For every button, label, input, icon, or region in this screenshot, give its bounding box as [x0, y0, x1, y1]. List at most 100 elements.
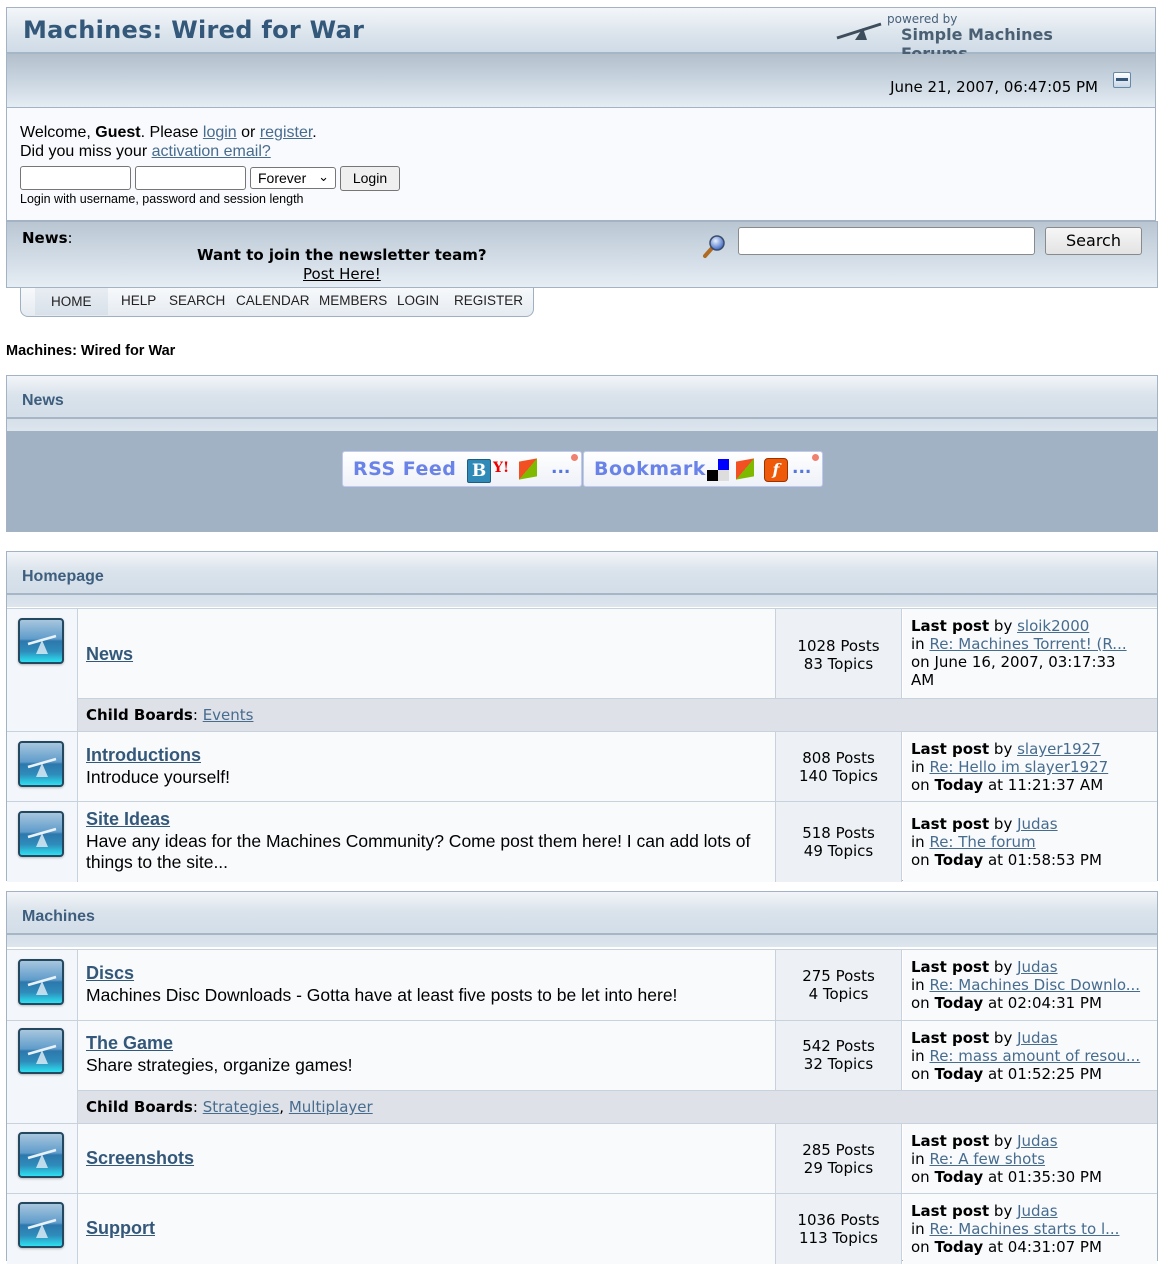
- board-status-icon[interactable]: [18, 618, 64, 664]
- please-text: . Please: [140, 124, 203, 141]
- more-feeds-icon: ...: [551, 458, 571, 478]
- login-link[interactable]: login: [203, 124, 237, 141]
- missed-text: Did you miss your: [20, 143, 152, 160]
- last-post-info: Last post by Judas in Re: Machines start…: [903, 1194, 1157, 1264]
- last-post-time-suffix: AM: [911, 671, 935, 689]
- category-header[interactable]: Machines: [7, 892, 1157, 947]
- board-row: News 1028 Posts 83 Topics Last post by s…: [7, 608, 1157, 732]
- last-post-topic-link[interactable]: Re: The forum: [929, 833, 1035, 851]
- register-link[interactable]: register: [260, 124, 312, 141]
- password-input[interactable]: [135, 166, 246, 190]
- last-post-author-link[interactable]: Judas: [1017, 1132, 1057, 1150]
- tab-members[interactable]: MEMBERS: [319, 293, 387, 308]
- last-post-topic-link[interactable]: Re: mass amount of resou...: [929, 1047, 1140, 1065]
- board-status-icon[interactable]: [18, 1132, 64, 1178]
- board-icon-cell: [7, 732, 78, 802]
- topic-count: 49 Topics: [803, 842, 874, 860]
- tab-login[interactable]: LOGIN: [397, 293, 439, 308]
- collapse-header-icon[interactable]: [1113, 72, 1131, 88]
- board-stats: 1028 Posts 83 Topics: [775, 609, 902, 698]
- last-post-topic-link[interactable]: Re: Machines starts to l...: [929, 1220, 1119, 1238]
- header-title-bar: Machines: Wired for War powered by Simpl…: [7, 8, 1155, 63]
- last-post-topic-link[interactable]: Re: Machines Torrent! (R...: [929, 635, 1126, 653]
- today-text: Today: [934, 1238, 984, 1256]
- child-boards-row: Child Boards: Strategies, Multiplayer: [78, 1090, 1157, 1123]
- time-text: at 01:52:25 PM: [983, 1065, 1102, 1083]
- board-name-link[interactable]: Screenshots: [86, 1148, 194, 1169]
- by-text: by: [989, 1029, 1018, 1047]
- board-name-link[interactable]: Discs: [86, 963, 134, 984]
- topic-count: 32 Topics: [803, 1055, 874, 1073]
- username-input[interactable]: [20, 166, 131, 190]
- last-post-label: Last post: [911, 617, 990, 635]
- in-text: in: [911, 635, 930, 653]
- last-post-label: Last post: [911, 740, 990, 758]
- board-description: Introduce yourself!: [86, 767, 230, 787]
- last-post-label: Last post: [911, 1029, 990, 1047]
- post-count: 808 Posts: [802, 749, 875, 767]
- search-button[interactable]: Search: [1045, 227, 1142, 255]
- tab-register[interactable]: REGISTER: [454, 293, 523, 308]
- board-stats: 542 Posts 32 Topics: [775, 1021, 902, 1091]
- bookmark-button[interactable]: Bookmark f ...: [583, 451, 823, 487]
- board-name-link[interactable]: Support: [86, 1218, 155, 1239]
- today-text: Today: [934, 851, 984, 869]
- category-title: Machines: [22, 908, 95, 925]
- on-text: on: [911, 1238, 935, 1256]
- child-board-link[interactable]: Strategies: [203, 1098, 280, 1116]
- last-post-topic-link[interactable]: Re: A few shots: [929, 1150, 1045, 1168]
- last-post-author-link[interactable]: slayer1927: [1017, 740, 1101, 758]
- last-post-topic-link[interactable]: Re: Hello im slayer1927: [929, 758, 1108, 776]
- last-post-label: Last post: [911, 958, 990, 976]
- post-here-link[interactable]: Post Here!: [303, 265, 381, 283]
- windows-live-icon: [736, 458, 754, 480]
- board-status-icon[interactable]: [18, 741, 64, 787]
- login-button[interactable]: Login: [340, 166, 400, 191]
- smf-logo[interactable]: powered by Simple Machines Forums: [835, 12, 1125, 63]
- board-name-link[interactable]: News: [86, 644, 133, 665]
- board-status-icon[interactable]: [18, 1028, 64, 1074]
- board-name-link[interactable]: Introductions: [86, 745, 201, 766]
- child-board-link[interactable]: Multiplayer: [289, 1098, 373, 1116]
- board-status-icon[interactable]: [18, 959, 64, 1005]
- last-post-author-link[interactable]: Judas: [1017, 815, 1057, 833]
- category-homepage: Homepage News 1028 Posts 83 Topics Last …: [6, 551, 1158, 882]
- last-post-topic-link[interactable]: Re: Machines Disc Downlo...: [929, 976, 1140, 994]
- last-post-author-link[interactable]: sloik2000: [1017, 617, 1089, 635]
- news-label-text: News: [22, 229, 68, 247]
- category-header[interactable]: Homepage: [7, 552, 1157, 607]
- board-status-icon[interactable]: [18, 1202, 64, 1248]
- board-name-link[interactable]: The Game: [86, 1033, 173, 1054]
- last-post-author-link[interactable]: Judas: [1017, 958, 1057, 976]
- last-post-info: Last post by slayer1927 in Re: Hello im …: [903, 732, 1157, 802]
- last-post-time: on Today at 04:31:07 PM: [911, 1238, 1157, 1256]
- time-text: at 11:21:37 AM: [983, 776, 1104, 794]
- rss-feed-button[interactable]: RSS Feed B Y! ...: [342, 451, 582, 487]
- child-board-link[interactable]: Events: [203, 706, 254, 724]
- tab-home[interactable]: HOME: [35, 288, 108, 315]
- activation-email-link[interactable]: activation email?: [152, 143, 271, 160]
- on-text: on: [911, 776, 935, 794]
- in-text: in: [911, 833, 930, 851]
- board-status-icon[interactable]: [18, 811, 64, 857]
- yahoo-icon: Y!: [493, 460, 510, 476]
- on-text: on: [911, 851, 935, 869]
- search-input[interactable]: [738, 227, 1035, 255]
- time-text: at 01:35:30 PM: [983, 1168, 1102, 1186]
- last-post-author-link[interactable]: Judas: [1017, 1202, 1057, 1220]
- on-text: on: [911, 994, 935, 1012]
- tab-search[interactable]: SEARCH: [169, 293, 225, 308]
- tab-help[interactable]: HELP: [121, 293, 156, 308]
- time-text: at 04:31:07 PM: [983, 1238, 1102, 1256]
- board-name-link[interactable]: Site Ideas: [86, 809, 170, 830]
- news-label-colon: :: [67, 229, 73, 247]
- session-length-select[interactable]: Forever ⌄: [250, 167, 336, 189]
- welcome-text: Welcome,: [20, 124, 96, 141]
- last-post-author-link[interactable]: Judas: [1017, 1029, 1057, 1047]
- period-text: .: [312, 124, 317, 141]
- by-text: by: [989, 1202, 1018, 1220]
- breadcrumb[interactable]: Machines: Wired for War: [6, 343, 175, 359]
- in-text: in: [911, 1220, 930, 1238]
- today-text: Today: [934, 1168, 984, 1186]
- tab-calendar[interactable]: CALENDAR: [236, 293, 310, 308]
